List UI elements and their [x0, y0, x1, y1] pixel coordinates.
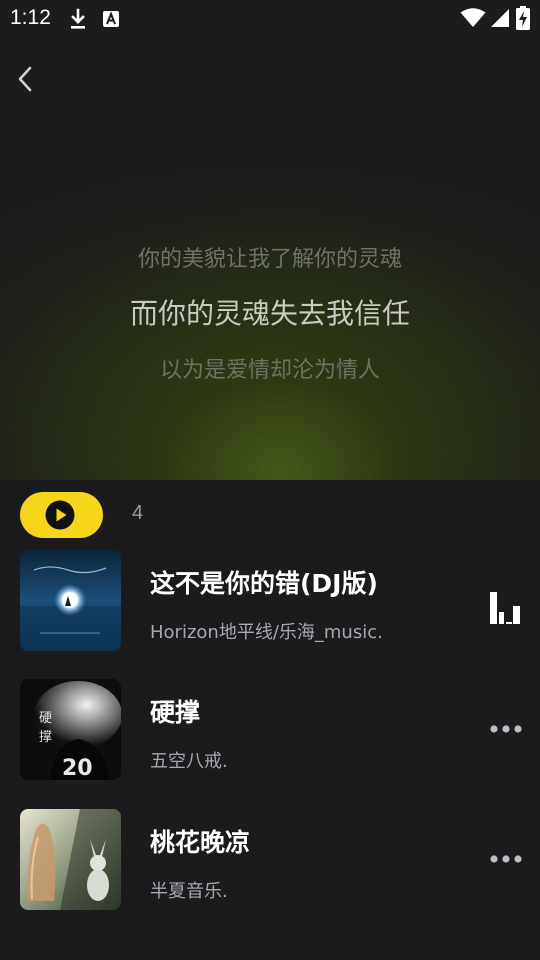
song-row[interactable]: 这不是你的错(DJ版) Horizon地平线/乐海_music.: [0, 550, 540, 654]
chevron-left-icon[interactable]: [14, 64, 38, 94]
play-circle-icon: [45, 500, 75, 530]
song-title: 这不是你的错(DJ版): [150, 569, 378, 598]
song-row[interactable]: 桃花晚凉 半夏音乐.: [0, 809, 540, 913]
status-bar: 1:12: [0, 0, 540, 38]
song-title: 桃花晚凉: [150, 828, 251, 857]
song-row[interactable]: 20 硬撑 硬撑 五空八戒.: [0, 679, 540, 783]
song-artist: 半夏音乐.: [150, 881, 228, 902]
album-cover: [20, 809, 121, 910]
play-all-button[interactable]: [20, 492, 103, 538]
song-title: 硬撑: [150, 698, 201, 727]
svg-text:20: 20: [62, 756, 93, 780]
lyric-next-line: 以为是爱情却沦为情人: [159, 358, 380, 383]
lyrics-background: 1:12 你的美貌让我了解你的灵魂 而你的灵魂失去我信任 以为是爱情却沦为情人: [0, 0, 540, 480]
a-notification-icon: [103, 11, 119, 27]
player-screen: 1:12 你的美貌让我了解你的灵魂 而你的灵魂失去我信任 以为是爱情却沦为情人 …: [0, 0, 540, 960]
lyric-previous-line: 你的美貌让我了解你的灵魂: [137, 247, 402, 272]
album-cover: 20 硬撑: [20, 679, 121, 780]
wifi-icon: [460, 8, 486, 27]
signal-icon: [491, 9, 509, 27]
song-artist: Horizon地平线/乐海_music.: [150, 622, 383, 643]
more-icon[interactable]: [488, 849, 524, 869]
status-time: 1:12: [10, 6, 51, 29]
download-icon: [71, 8, 85, 29]
more-icon[interactable]: [488, 719, 524, 739]
lyric-current-line: 而你的灵魂失去我信任: [129, 297, 410, 330]
song-count: 4: [132, 502, 144, 524]
song-artist: 五空八戒.: [150, 751, 228, 772]
playlist-panel: 4 这不是你的错(DJ版) Horizon地平线/乐海_music. 20 硬撑…: [0, 480, 540, 960]
album-cover: [20, 550, 121, 651]
cover-text: 硬撑: [39, 711, 53, 745]
now-playing-bars-icon: [490, 592, 520, 624]
battery-charging-icon: [516, 6, 530, 30]
